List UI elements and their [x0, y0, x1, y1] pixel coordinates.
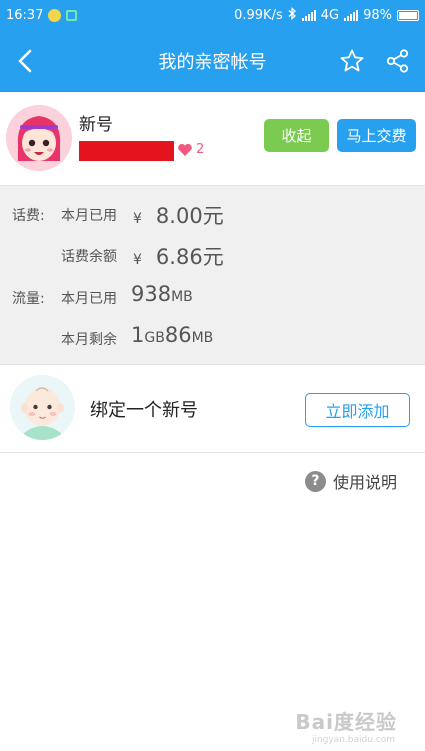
star-outline-icon: [340, 49, 364, 72]
battery-percent: 98%: [363, 7, 392, 23]
account-name: 新号: [79, 115, 113, 135]
fee-used-unit: 元: [202, 204, 224, 228]
page-title: 我的亲密帐号: [158, 52, 267, 73]
signal-icon-2: [344, 9, 359, 21]
data-left-value: 1GB86MB: [131, 323, 213, 347]
intimacy-indicator: 2: [177, 142, 204, 157]
redacted-phone-number: [79, 141, 174, 161]
data-used-unit: MB: [171, 289, 193, 305]
watermark: Bai度经验: [295, 710, 397, 734]
network-type: 4G: [320, 7, 340, 23]
data-left-gb-amount: 1: [131, 323, 145, 347]
data-left-mb-unit: MB: [191, 330, 214, 346]
data-used-value: 938MB: [131, 282, 193, 306]
collapse-button[interactable]: 收起: [264, 119, 329, 152]
bluetooth-icon: [288, 6, 297, 24]
fee-balance-amount: 6.86: [155, 245, 203, 269]
data-used-amount: 938: [131, 282, 172, 306]
data-used-label: 本月已用: [61, 291, 117, 307]
data-left-mb-amount: 86: [164, 323, 192, 347]
navigation-bar: 我的亲密帐号: [0, 30, 425, 92]
account-card: 新号 2 收起 马上交费: [0, 92, 425, 186]
heart-count: 2: [196, 142, 205, 157]
fee-used-currency: ¥: [133, 211, 142, 227]
question-icon: ?: [304, 470, 326, 492]
favorite-button[interactable]: [335, 44, 369, 78]
usage-guide-label: 使用说明: [332, 473, 397, 492]
bind-new-number-text: 绑定一个新号: [90, 400, 198, 421]
fee-used-label: 本月已用: [61, 208, 117, 224]
signal-icon: [301, 9, 316, 21]
status-bar: 16:37 0.99K/s 4G 98%: [0, 0, 425, 30]
pay-now-button[interactable]: 马上交费: [337, 119, 416, 152]
fee-used-value: ¥8.00元: [133, 200, 224, 230]
data-left-label: 本月剩余: [61, 332, 117, 348]
fee-balance-currency: ¥: [133, 252, 142, 268]
fee-balance-value: ¥6.86元: [133, 241, 224, 271]
add-now-button[interactable]: 立即添加: [305, 393, 410, 427]
status-time: 16:37: [6, 7, 44, 23]
baby-avatar: [10, 375, 75, 440]
battery-icon: [397, 9, 419, 21]
data-category-label: 流量:: [12, 291, 45, 307]
fee-balance-unit: 元: [202, 245, 224, 269]
fee-category-label: 话费:: [12, 208, 45, 224]
fee-used-amount: 8.00: [155, 204, 203, 228]
usage-guide-link[interactable]: ? 使用说明: [304, 469, 397, 493]
share-icon: [386, 49, 409, 73]
share-button[interactable]: [381, 44, 415, 78]
watermark-url: jingyan.baidu.com: [311, 735, 395, 745]
data-left-gb-unit: GB: [144, 330, 165, 346]
back-button[interactable]: [8, 44, 42, 78]
fee-balance-label: 话费余额: [61, 249, 117, 265]
network-speed: 0.99K/s: [234, 7, 283, 23]
heart-icon: [178, 143, 192, 156]
back-chevron-icon: [18, 49, 32, 73]
avatar: [6, 105, 72, 171]
usage-panel: 话费: 本月已用 ¥8.00元 话费余额 ¥6.86元 流量: 本月已用 938…: [0, 186, 425, 365]
app-notification-icon-2: [66, 9, 78, 21]
app-notification-icon: [48, 8, 62, 22]
bind-new-number-row: 绑定一个新号 立即添加: [0, 365, 425, 453]
